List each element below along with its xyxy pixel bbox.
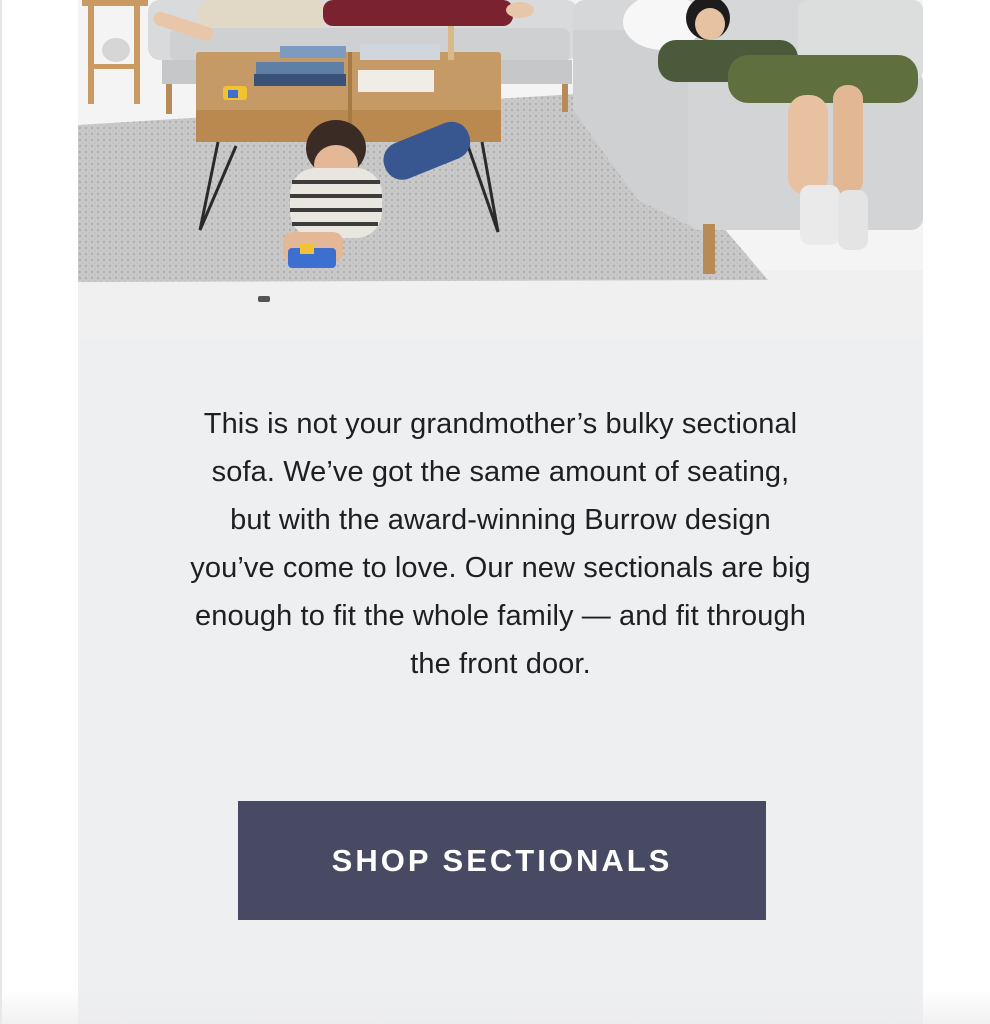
email-frame: This is not your grandmother’s bulky sec… [0, 0, 990, 1024]
shop-sectionals-button[interactable]: SHOP SECTIONALS [238, 801, 766, 920]
frame-left-border [0, 0, 2, 1024]
bottom-edge-shadow [0, 990, 990, 1024]
email-body: This is not your grandmother’s bulky sec… [78, 0, 923, 1024]
hero-image [78, 0, 923, 340]
hero-illustration [78, 0, 923, 340]
intro-copy: This is not your grandmother’s bulky sec… [190, 408, 811, 680]
